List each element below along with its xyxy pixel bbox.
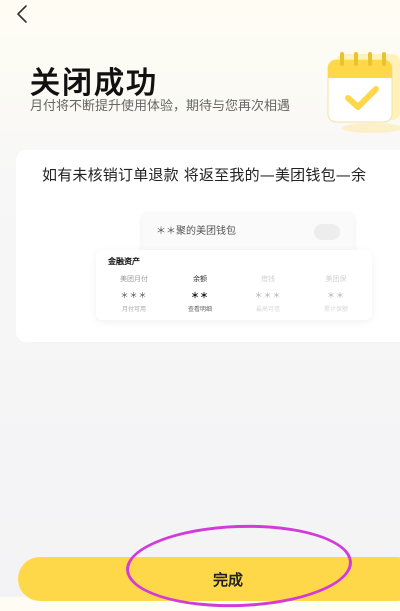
asset-loan: 借钱 ＊＊＊ 最高可借	[238, 274, 298, 313]
asset-sub: 累计保额	[323, 306, 348, 313]
asset-sub: 查看明细	[187, 306, 212, 313]
asset-label: 美团月付	[120, 275, 148, 283]
page-title: 关闭成功	[30, 66, 158, 101]
asset-monthly-pay: 美团月付 ＊＊＊ 月付可用	[104, 274, 164, 313]
refund-notice-card: 如有未核销订单退款 将返至我的—美团钱包—余 ＊＊聚的美团钱包 金融资产 美团月…	[16, 150, 400, 342]
refund-notice-text: 如有未核销订单退款 将返至我的—美团钱包—余	[42, 166, 367, 184]
asset-value: ＊＊＊	[120, 291, 148, 300]
back-button[interactable]	[10, 2, 34, 26]
financial-assets-title: 金融资产	[108, 257, 140, 266]
asset-value: ＊＊	[327, 291, 345, 300]
asset-insurance: 美团保 ＊＊ 累计保额	[306, 274, 366, 313]
done-button[interactable]: 完成	[18, 557, 400, 601]
asset-label: 借钱	[261, 275, 275, 283]
wallet-toggle-decoration	[314, 224, 340, 240]
asset-sub: 最高可借	[255, 306, 280, 313]
asset-label: 美团保	[325, 275, 347, 283]
asset-value: ＊＊	[191, 291, 209, 300]
asset-value: ＊＊＊	[254, 291, 282, 300]
page-subtitle: 月付将不断提升使用体验，期待与您再次相遇	[30, 99, 291, 114]
wallet-name: ＊＊聚的美团钱包	[156, 226, 236, 237]
calendar-check-icon	[322, 40, 400, 136]
asset-label: 余额	[193, 275, 207, 283]
financial-assets-panel: 金融资产 美团月付 ＊＊＊ 月付可用 余额 ＊＊ 查看明细 借钱 ＊＊＊ 最高可…	[96, 250, 372, 320]
done-button-label: 完成	[213, 571, 244, 589]
asset-sub: 月付可用	[121, 306, 146, 313]
chevron-left-icon	[17, 5, 27, 23]
asset-balance: 余额 ＊＊ 查看明细	[170, 274, 230, 313]
